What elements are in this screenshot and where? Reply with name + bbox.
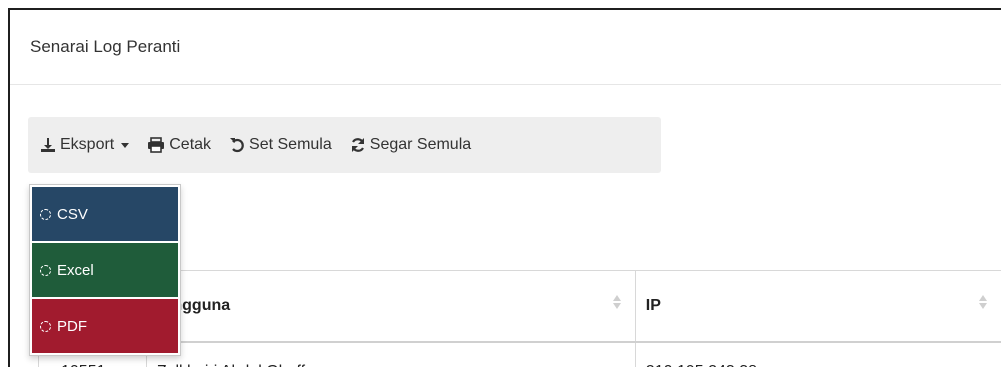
radio-circle-icon	[40, 320, 51, 332]
export-dropdown-menu: CSV Excel PDF	[29, 184, 181, 356]
option-label: CSV	[57, 205, 88, 223]
print-label: Cetak	[169, 136, 212, 153]
chevron-down-icon	[121, 142, 130, 148]
refresh-button[interactable]: Segar Semula	[350, 136, 471, 154]
column-header-label: IP	[645, 297, 661, 314]
radio-circle-icon	[40, 264, 51, 276]
panel-header: Senarai Log Peranti	[10, 10, 1001, 85]
print-icon	[148, 137, 165, 153]
reset-label: Set Semula	[249, 136, 332, 153]
table-header: Pengguna IP	[39, 271, 1001, 343]
option-label: Excel	[57, 261, 94, 279]
export-label: Eksport	[60, 136, 115, 153]
table-toolbar: Eksport Cetak Set Semula Segar Semula	[28, 117, 661, 173]
undo-icon	[230, 138, 244, 153]
option-label: PDF	[57, 317, 87, 335]
export-pdf-option[interactable]: PDF	[32, 299, 178, 353]
cell-user: Zulkhairi Abdul Ghaffar	[147, 343, 636, 367]
panel-title: Senarai Log Peranti	[30, 37, 181, 56]
table-row[interactable]: 10551 Zulkhairi Abdul Ghaffar 210.195.24…	[39, 343, 1001, 367]
column-header-user[interactable]: Pengguna	[147, 271, 636, 341]
refresh-icon	[351, 138, 364, 152]
print-button[interactable]: Cetak	[147, 136, 211, 154]
download-icon	[41, 138, 55, 152]
cell-ip: 210.195.243.38	[636, 343, 1001, 367]
export-button[interactable]: Eksport	[40, 136, 130, 154]
sort-icon	[979, 295, 987, 309]
refresh-label: Segar Semula	[369, 136, 472, 153]
radio-circle-icon	[40, 208, 51, 220]
column-header-ip[interactable]: IP	[636, 271, 1001, 341]
device-log-table: Pengguna IP 10551 Zulkhairi Abdul Ghaffa…	[38, 270, 1001, 367]
sort-icon	[612, 295, 621, 309]
export-csv-option[interactable]: CSV	[32, 187, 178, 241]
export-excel-option[interactable]: Excel	[32, 243, 178, 297]
reset-button[interactable]: Set Semula	[229, 136, 332, 154]
